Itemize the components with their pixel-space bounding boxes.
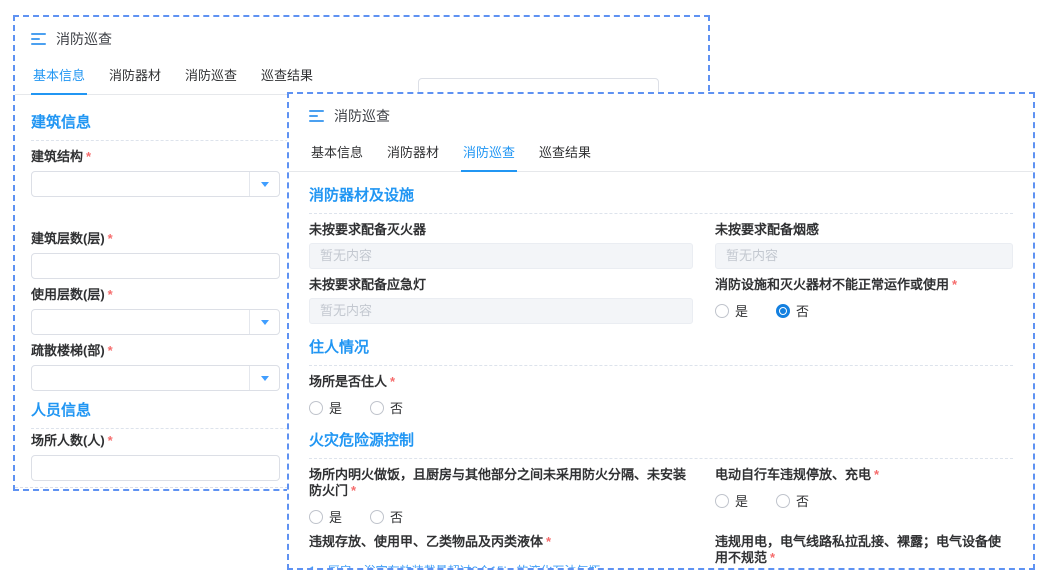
open-fire-radio-group: 是 否	[309, 507, 693, 526]
smoke-detector-missing-input: 暂无内容	[715, 243, 1013, 269]
occupied-radio-group: 是 否	[309, 398, 1013, 417]
open-fire-label: 场所内明火做饭，且厨房与其他部分之间未采用防火分隔、未安装防火门*	[309, 467, 693, 499]
select-divider	[249, 172, 250, 196]
tab-fire-inspection[interactable]: 消防巡查	[461, 138, 517, 172]
fire-inspection-window: 消防巡查 基本信息 消防器材 消防巡查 巡查结果 消防器材及设施 未按要求配备灭…	[287, 92, 1035, 570]
required-mark: *	[390, 374, 395, 389]
radio-circle-icon	[309, 401, 323, 415]
occupied-label: 场所是否住人*	[309, 374, 1013, 390]
evacuation-stairs-select[interactable]	[31, 365, 280, 391]
page: 消防巡查 基本信息 消防器材 消防巡查 巡查结果 建筑信息 建筑结构* 建筑层数…	[0, 0, 1042, 583]
field-ebike: 电动自行车违规停放、充电* 是 否	[715, 467, 1013, 526]
extinguisher-missing-label: 未按要求配备灭火器	[309, 222, 693, 238]
tab-fire-equipment[interactable]: 消防器材	[107, 61, 163, 94]
hazard-storage-label: 违规存放、使用甲、乙类物品及丙类液体*	[309, 534, 693, 550]
section-title-equipment-facilities: 消防器材及设施	[309, 184, 1013, 214]
menu-fold-icon[interactable]	[31, 33, 46, 45]
window-title: 消防巡查	[334, 106, 390, 126]
required-mark: *	[108, 343, 113, 358]
radio-circle-icon	[776, 494, 790, 508]
ebike-radio-group: 是 否	[715, 491, 1013, 510]
facility-malfunction-label: 消防设施和灭火器材不能正常运作或使用*	[715, 277, 1013, 293]
radio-yes[interactable]: 是	[309, 507, 342, 526]
radio-circle-icon	[370, 401, 384, 415]
tab-fire-equipment[interactable]: 消防器材	[385, 138, 441, 171]
tab-basic-info[interactable]: 基本信息	[31, 61, 87, 95]
radio-circle-icon	[715, 304, 729, 318]
emergency-light-missing-label: 未按要求配备应急灯	[309, 277, 693, 293]
required-mark: *	[108, 433, 113, 448]
section-title-occupancy: 住人情况	[309, 336, 1013, 366]
field-emergency-light: 未按要求配备应急灯 暂无内容	[309, 277, 693, 324]
fire-inspection-content: 消防器材及设施 未按要求配备灭火器 暂无内容 未按要求配备烟感 暂无内容 未按要…	[289, 184, 1033, 570]
field-occupied: 场所是否住人* 是 否	[309, 374, 1013, 417]
required-mark: *	[952, 277, 957, 292]
required-mark: *	[874, 467, 879, 482]
tab-fire-inspection[interactable]: 消防巡查	[183, 61, 239, 94]
occupant-count-input[interactable]	[31, 455, 280, 481]
field-extinguisher: 未按要求配备灭火器 暂无内容	[309, 222, 693, 269]
window-header: 消防巡查	[289, 94, 1033, 126]
smoke-detector-missing-label: 未按要求配备烟感	[715, 222, 1013, 238]
required-mark: *	[86, 149, 91, 164]
building-structure-select[interactable]	[31, 171, 280, 197]
tab-basic-info[interactable]: 基本信息	[309, 138, 365, 171]
section-title-fire-hazard-control: 火灾危险源控制	[309, 429, 1013, 459]
building-floors-input[interactable]	[31, 253, 280, 279]
used-floors-select[interactable]	[31, 309, 280, 335]
select-divider	[249, 366, 250, 390]
tab-inspection-result[interactable]: 巡查结果	[537, 138, 593, 171]
radio-circle-icon	[309, 510, 323, 524]
field-open-fire: 场所内明火做饭，且厨房与其他部分之间未采用防火分隔、未安装防火门* 是 否	[309, 467, 693, 526]
required-mark: *	[770, 550, 775, 565]
radio-no[interactable]: 否	[370, 398, 403, 417]
extinguisher-missing-input: 暂无内容	[309, 243, 693, 269]
field-electric-violation: 违规用电，电气线路私拉乱接、裸露；电气设备使用不规范* 是 否	[715, 534, 1013, 570]
field-smoke-detector: 未按要求配备烟感 暂无内容	[715, 222, 1013, 269]
electric-violation-label: 违规用电，电气线路私拉乱接、裸露；电气设备使用不规范*	[715, 534, 1013, 566]
radio-yes[interactable]: 是	[715, 301, 748, 320]
tab-inspection-result[interactable]: 巡查结果	[259, 61, 315, 94]
radio-no[interactable]: 否	[370, 507, 403, 526]
radio-yes[interactable]: 是	[309, 398, 342, 417]
field-facility-malfunction: 消防设施和灭火器材不能正常运作或使用* 是 否	[715, 277, 1013, 324]
hazard-grid: 场所内明火做饭，且厨房与其他部分之间未采用防火分隔、未安装防火门* 是 否 电动…	[309, 459, 1013, 570]
menu-fold-icon[interactable]	[309, 110, 324, 122]
radio-no[interactable]: 否	[776, 491, 809, 510]
radio-no-selected[interactable]: 否	[776, 301, 809, 320]
window-header: 消防巡查	[15, 17, 708, 49]
radio-circle-icon	[370, 510, 384, 524]
required-mark: *	[108, 287, 113, 302]
facility-malfunction-radio-group: 是 否	[715, 301, 1013, 320]
chevron-down-icon	[261, 376, 269, 381]
radio-yes[interactable]: 是	[715, 491, 748, 510]
required-mark: *	[351, 483, 356, 498]
select-divider	[249, 310, 250, 334]
chevron-down-icon	[261, 320, 269, 325]
emergency-light-missing-input: 暂无内容	[309, 298, 693, 324]
equipment-grid: 未按要求配备灭火器 暂无内容 未按要求配备烟感 暂无内容 未按要求配备应急灯 暂…	[309, 214, 1013, 324]
window-title: 消防巡查	[56, 29, 112, 49]
ebike-violation-label: 电动自行车违规停放、充电*	[715, 467, 1013, 483]
tab-bar: 基本信息 消防器材 消防巡查 巡查结果	[289, 138, 1033, 172]
radio-circle-icon	[715, 494, 729, 508]
hazard-storage-detail-link[interactable]: 1、厨房、浴室存放装载量超过2个15kg的液化石油气瓶	[309, 562, 600, 570]
chevron-down-icon	[261, 182, 269, 187]
required-mark: *	[546, 534, 551, 549]
field-hazard-storage: 违规存放、使用甲、乙类物品及丙类液体* 1、厨房、浴室存放装载量超过2个15kg…	[309, 534, 693, 570]
required-mark: *	[108, 231, 113, 246]
radio-checked-icon	[776, 304, 790, 318]
